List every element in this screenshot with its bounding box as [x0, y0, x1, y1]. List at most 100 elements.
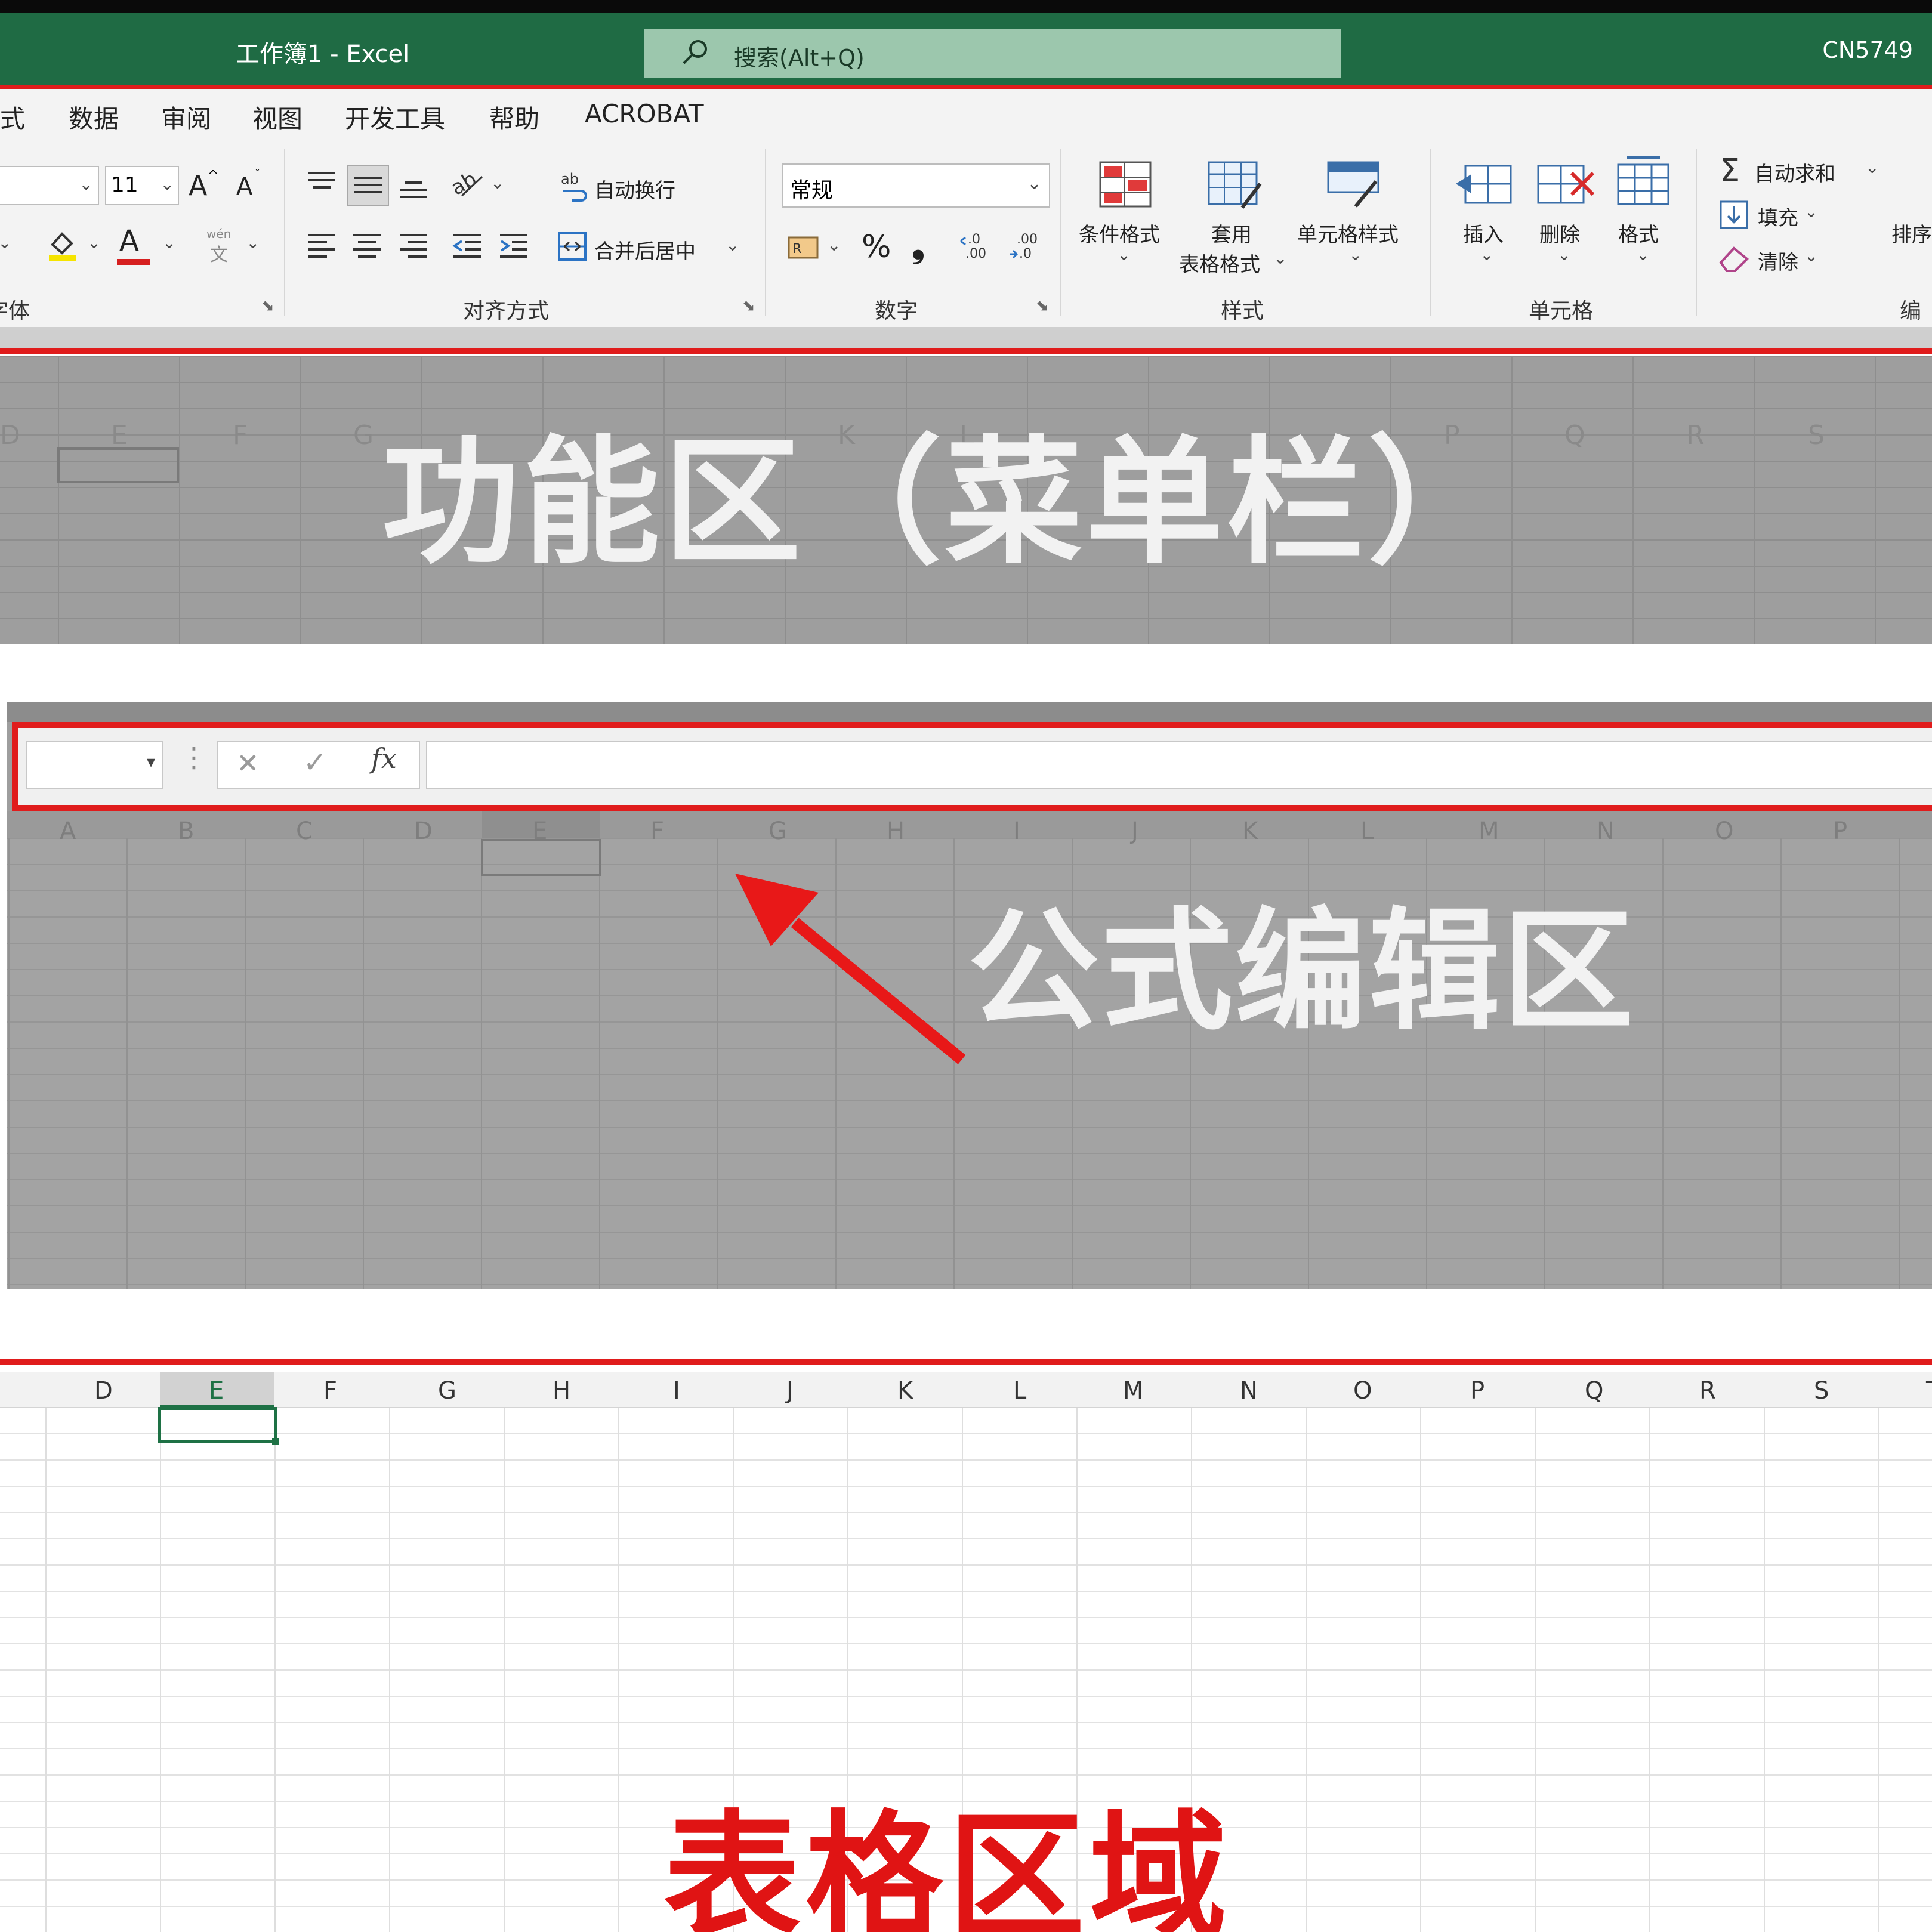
align-left-icon[interactable]	[307, 233, 337, 259]
orientation-icon[interactable]: ab	[451, 168, 484, 198]
column-header[interactable]: D	[94, 1377, 113, 1405]
align-top-icon[interactable]	[307, 171, 337, 195]
column-header[interactable]: O	[1353, 1377, 1372, 1405]
column-header[interactable]: L	[1013, 1377, 1026, 1405]
phonetic-pinyin[interactable]: wén	[206, 227, 231, 241]
decrease-indent-icon[interactable]	[452, 233, 482, 259]
format-as-table-icon[interactable]	[1206, 160, 1264, 211]
align-bottom-icon[interactable]	[399, 178, 428, 202]
column-header[interactable]: G	[438, 1377, 456, 1405]
increase-decimal-icon[interactable]: .0.00	[958, 230, 994, 264]
chevron-down-icon[interactable]: ⌄	[827, 235, 841, 255]
tab-review[interactable]: 审阅	[161, 99, 211, 135]
column-header[interactable]: M	[1123, 1377, 1144, 1405]
dialog-launcher-icon[interactable]: ⬊	[742, 297, 755, 315]
sigma-icon[interactable]: Σ	[1720, 152, 1740, 189]
active-cell[interactable]	[158, 1407, 277, 1443]
dialog-launcher-icon[interactable]: ⬊	[261, 297, 274, 315]
chevron-down-icon[interactable]: ⌄	[726, 235, 739, 255]
number-format-dropdown[interactable]: 常规 ⌄	[782, 163, 1050, 208]
search-box[interactable]: 搜索(Alt+Q)	[644, 29, 1341, 78]
chevron-down-icon[interactable]: ⌄	[246, 233, 260, 252]
conditional-format-button[interactable]: 条件格式	[1079, 218, 1160, 248]
align-middle-button[interactable]	[347, 165, 389, 206]
fill-color-icon[interactable]	[47, 227, 79, 263]
cell-styles-button[interactable]: 单元格样式	[1297, 218, 1399, 248]
number-format-value: 常规	[790, 178, 834, 203]
font-name-dropdown[interactable]: ⌄	[0, 166, 99, 205]
increase-indent-icon[interactable]	[499, 233, 529, 259]
decrease-decimal-icon[interactable]: .00.0	[1007, 230, 1043, 264]
accounting-format-icon[interactable]: R	[786, 233, 820, 263]
dialog-launcher-icon[interactable]: ⬊	[1036, 297, 1049, 315]
insert-cells-icon[interactable]	[1453, 161, 1513, 209]
column-header: M	[1479, 817, 1499, 845]
chevron-down-icon[interactable]: ⌄	[0, 233, 11, 252]
format-cells-icon[interactable]	[1615, 155, 1672, 209]
chevron-down-icon[interactable]: ⌄	[1804, 202, 1818, 221]
delete-cells-button[interactable]: 删除	[1539, 218, 1580, 248]
chevron-down-icon[interactable]: ⌄	[1348, 245, 1362, 264]
user-account[interactable]: CN5749	[1822, 37, 1913, 63]
chevron-down-icon[interactable]: ⌄	[1865, 158, 1879, 177]
tab-developer[interactable]: 开发工具	[345, 99, 445, 135]
align-right-icon[interactable]	[399, 233, 428, 259]
highlight-line	[0, 1359, 1932, 1365]
tab-help[interactable]: 帮助	[489, 99, 539, 135]
chevron-down-icon[interactable]: ⌄	[1557, 245, 1571, 264]
column-header[interactable]: S	[1814, 1377, 1829, 1405]
format-as-table-label-1[interactable]: 套用	[1211, 218, 1252, 248]
chevron-down-icon[interactable]: ⌄	[1804, 246, 1818, 266]
column-header[interactable]: E	[209, 1377, 224, 1405]
percent-style-button[interactable]: %	[862, 229, 891, 265]
search-placeholder: 搜索(Alt+Q)	[734, 45, 865, 71]
decrease-font-button[interactable]: A	[236, 173, 252, 200]
fill-button[interactable]: 填充	[1758, 202, 1798, 231]
chevron-down-icon[interactable]: ⌄	[1636, 245, 1650, 264]
column-header[interactable]: I	[673, 1377, 680, 1405]
column-header[interactable]: H	[553, 1377, 570, 1405]
column-header[interactable]: Q	[1585, 1377, 1603, 1405]
format-as-table-label-2[interactable]: 表格格式	[1179, 248, 1260, 277]
svg-text:.0: .0	[1019, 246, 1032, 261]
delete-cells-icon[interactable]	[1536, 161, 1595, 209]
insert-cells-button[interactable]: 插入	[1463, 218, 1504, 248]
chevron-down-icon[interactable]: ⌄	[1480, 245, 1493, 264]
chevron-down-icon[interactable]: ⌄	[162, 233, 176, 252]
conditional-format-icon[interactable]	[1098, 160, 1153, 209]
wrap-text-icon[interactable]: ab	[560, 169, 590, 203]
wrap-text-button[interactable]: 自动换行	[594, 174, 675, 203]
column-header[interactable]: J	[786, 1377, 794, 1405]
cell-grid[interactable]: 表格区域	[0, 1407, 1932, 1932]
tab-view[interactable]: 视图	[252, 99, 303, 135]
chevron-down-icon[interactable]: ⌄	[87, 233, 101, 252]
merge-center-button[interactable]: 合并后居中	[594, 235, 696, 264]
chevron-down-icon[interactable]: ⌄	[1273, 248, 1287, 268]
column-header[interactable]: N	[1240, 1377, 1258, 1405]
align-center-icon[interactable]	[352, 233, 382, 259]
column-header[interactable]: R	[1699, 1377, 1716, 1405]
chevron-down-icon[interactable]: ⌄	[490, 173, 504, 193]
column-header[interactable]: P	[1470, 1377, 1485, 1405]
format-cells-button[interactable]: 格式	[1618, 218, 1659, 248]
fill-handle[interactable]	[272, 1438, 279, 1445]
increase-font-button[interactable]: A	[189, 169, 207, 202]
clear-button[interactable]: 清除	[1758, 246, 1798, 275]
font-size-dropdown[interactable]: 11 ⌄	[105, 166, 179, 205]
column-header[interactable]: T	[1926, 1377, 1932, 1405]
column-header[interactable]: F	[323, 1377, 337, 1405]
comma-style-button[interactable]: ❟	[912, 227, 925, 266]
tab-data[interactable]: 数据	[69, 99, 119, 135]
fill-down-icon[interactable]	[1718, 199, 1749, 230]
autosum-button[interactable]: 自动求和	[1754, 158, 1835, 187]
window-title: 工作簿1 - Excel	[236, 41, 410, 68]
cell-styles-icon[interactable]	[1326, 160, 1383, 211]
column-header[interactable]: K	[897, 1377, 913, 1405]
tab-acrobat[interactable]: ACROBAT	[585, 99, 704, 128]
sort-filter-button[interactable]: 排序	[1891, 218, 1932, 248]
merge-center-icon[interactable]	[557, 232, 587, 261]
eraser-icon[interactable]	[1717, 241, 1751, 274]
tab-formulas[interactable]: 式	[0, 99, 25, 135]
chevron-down-icon[interactable]: ⌄	[1117, 245, 1131, 264]
font-color-button[interactable]: A	[119, 224, 139, 258]
